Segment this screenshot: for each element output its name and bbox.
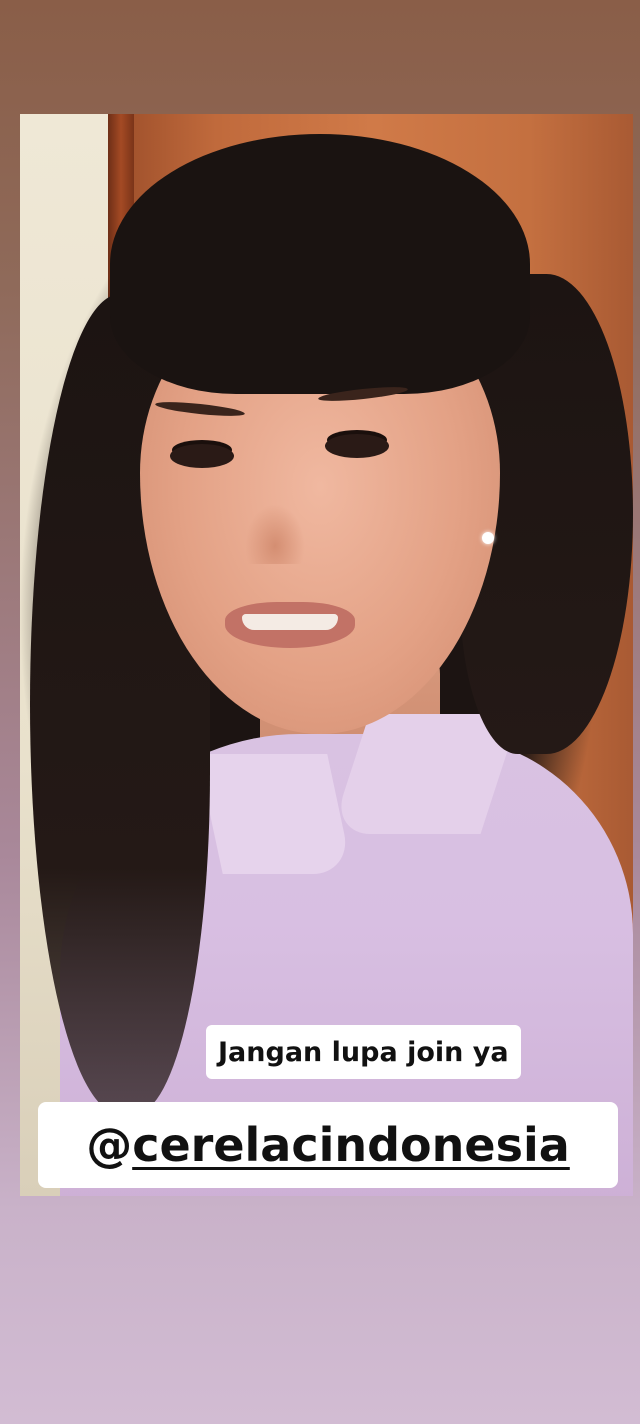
eye-right <box>325 434 389 458</box>
eye-left <box>170 444 234 468</box>
nose <box>245 504 305 564</box>
mention-sticker[interactable]: @ cerelacindonesia <box>38 1102 618 1188</box>
collar-left <box>197 754 353 874</box>
hair-top <box>110 134 530 394</box>
story-text-caption: Jangan lupa join ya <box>206 1025 521 1079</box>
mention-handle[interactable]: cerelacindonesia <box>132 1118 570 1172</box>
mention-at-symbol: @ <box>86 1118 133 1172</box>
caption-text: Jangan lupa join ya <box>218 1036 509 1068</box>
teeth <box>242 614 338 630</box>
earring <box>482 532 494 544</box>
